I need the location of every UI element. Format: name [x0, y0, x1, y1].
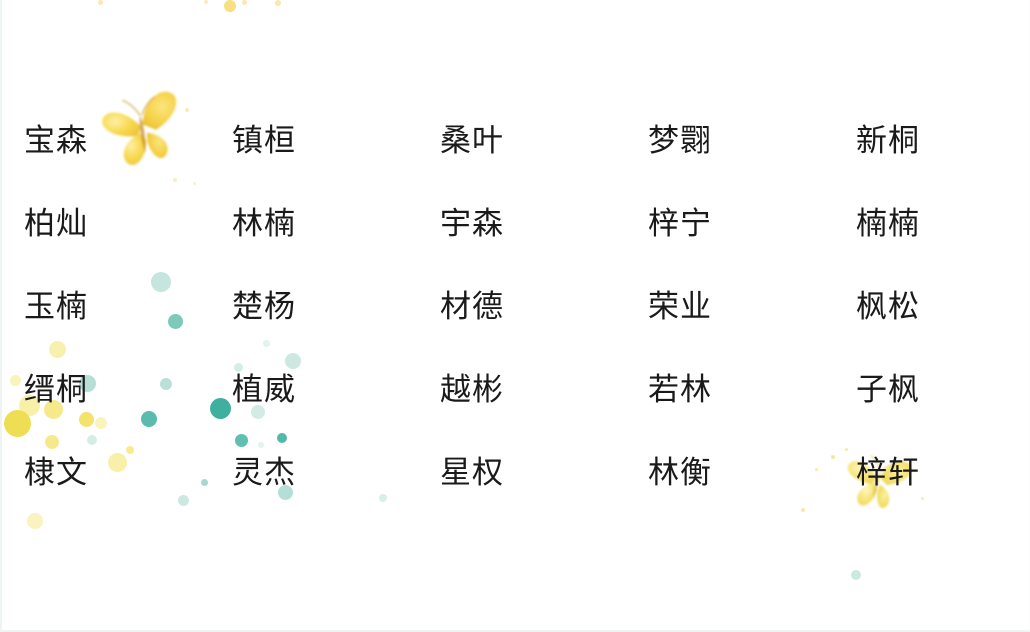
decorative-speck: [204, 0, 208, 4]
name-text: 越彬: [440, 372, 504, 409]
name-text: 宝森: [24, 123, 88, 160]
name-text: 材德: [440, 289, 504, 326]
name-cell[interactable]: 灵杰: [208, 432, 414, 515]
name-cell[interactable]: 子枫: [826, 349, 1029, 432]
name-text: 星权: [440, 455, 504, 492]
name-list-canvas: 宝森 镇桓 桑叶 梦翾 新桐柏灿 林楠 宇森 梓宁 楠楠玉楠 楚杨 材德 荣业 枫松缙桐 植威 越彬 若林 子枫…: [0, 0, 1030, 632]
name-cell[interactable]: 植威: [208, 349, 414, 432]
name-cell[interactable]: 楚杨: [208, 266, 414, 349]
name-text: 柏灿: [24, 206, 88, 243]
name-text: 宇森: [440, 206, 504, 243]
name-text: 新桐: [856, 123, 920, 160]
name-cell[interactable]: 梦翾: [620, 100, 826, 183]
name-cell[interactable]: 星权: [414, 432, 620, 515]
name-text: 植威: [232, 372, 296, 409]
name-text: 楠楠: [856, 206, 920, 243]
decorative-bubble: [851, 570, 861, 580]
name-cell[interactable]: 林衡: [620, 432, 826, 515]
name-cell[interactable]: 材德: [414, 266, 620, 349]
name-text: 桑叶: [440, 123, 504, 160]
name-text: 玉楠: [24, 289, 88, 326]
decorative-speck: [275, 0, 281, 6]
name-cell[interactable]: 宝森: [2, 100, 208, 183]
name-text: 林楠: [232, 206, 296, 243]
name-cell[interactable]: 桑叶: [414, 100, 620, 183]
name-cell[interactable]: 缙桐: [2, 349, 208, 432]
name-text: 枫松: [856, 289, 920, 326]
name-text: 梓轩: [856, 455, 920, 492]
name-cell[interactable]: 枫松: [826, 266, 1029, 349]
name-text: 梦翾: [648, 123, 712, 160]
decorative-speck: [224, 0, 236, 12]
name-cell[interactable]: 新桐: [826, 100, 1029, 183]
name-cell[interactable]: 镇桓: [208, 100, 414, 183]
name-grid: 宝森 镇桓 桑叶 梦翾 新桐柏灿 林楠 宇森 梓宁 楠楠玉楠 楚杨 材德 荣业 枫松缙桐 植威 越彬 若林 子枫…: [2, 100, 1029, 515]
name-cell[interactable]: 楠楠: [826, 183, 1029, 266]
name-text: 楚杨: [232, 289, 296, 326]
name-cell[interactable]: 棣文: [2, 432, 208, 515]
name-text: 缙桐: [24, 372, 88, 409]
name-text: 梓宁: [648, 206, 712, 243]
name-cell[interactable]: 梓轩: [826, 432, 1029, 515]
name-text: 棣文: [24, 455, 88, 492]
name-text: 子枫: [856, 372, 920, 409]
name-cell[interactable]: 荣业: [620, 266, 826, 349]
decorative-speck: [98, 0, 103, 5]
name-cell[interactable]: 玉楠: [2, 266, 208, 349]
name-cell[interactable]: 若林: [620, 349, 826, 432]
name-text: 林衡: [648, 455, 712, 492]
name-text: 荣业: [648, 289, 712, 326]
name-cell[interactable]: 梓宁: [620, 183, 826, 266]
name-cell[interactable]: 宇森: [414, 183, 620, 266]
name-cell[interactable]: 越彬: [414, 349, 620, 432]
name-text: 灵杰: [232, 455, 296, 492]
name-text: 镇桓: [232, 123, 296, 160]
decorative-bubble: [27, 513, 43, 529]
decorative-speck: [242, 0, 247, 5]
name-text: 若林: [648, 372, 712, 409]
name-cell[interactable]: 柏灿: [2, 183, 208, 266]
name-cell[interactable]: 林楠: [208, 183, 414, 266]
